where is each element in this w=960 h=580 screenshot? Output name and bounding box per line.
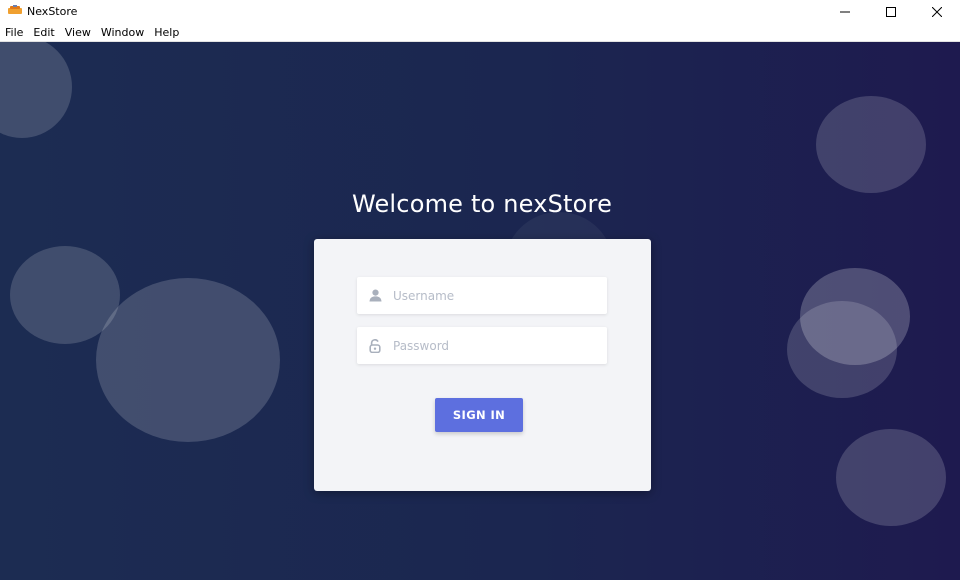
window-title: NexStore [27,5,78,18]
menu-view[interactable]: View [60,24,96,41]
menu-help[interactable]: Help [149,24,184,41]
password-field[interactable] [357,327,607,364]
decorative-bubble [836,429,946,526]
lock-icon [368,338,382,353]
menu-bar: File Edit View Window Help [0,24,960,42]
decorative-bubble [816,96,926,193]
login-card: SIGN IN [314,239,651,491]
app-logo-icon [8,5,22,14]
username-input[interactable] [393,280,593,311]
user-icon [368,289,382,303]
menu-window[interactable]: Window [96,24,149,41]
maximize-icon [886,7,896,17]
minimize-icon [840,11,850,13]
login-screen: Welcome to nexStore SIGN IN [0,42,960,580]
maximize-button[interactable] [868,0,914,24]
password-input[interactable] [393,330,593,361]
menu-edit[interactable]: Edit [28,24,59,41]
minimize-button[interactable] [822,0,868,24]
close-icon [932,7,942,17]
close-button[interactable] [914,0,960,24]
username-field[interactable] [357,277,607,314]
decorative-bubble [800,268,910,365]
window-controls [822,0,960,24]
decorative-bubble [0,42,72,138]
welcome-heading: Welcome to nexStore [351,190,613,218]
menu-file[interactable]: File [0,24,28,41]
sign-in-button[interactable]: SIGN IN [435,398,523,432]
window-titlebar: NexStore [0,0,960,24]
decorative-bubble [96,278,280,442]
